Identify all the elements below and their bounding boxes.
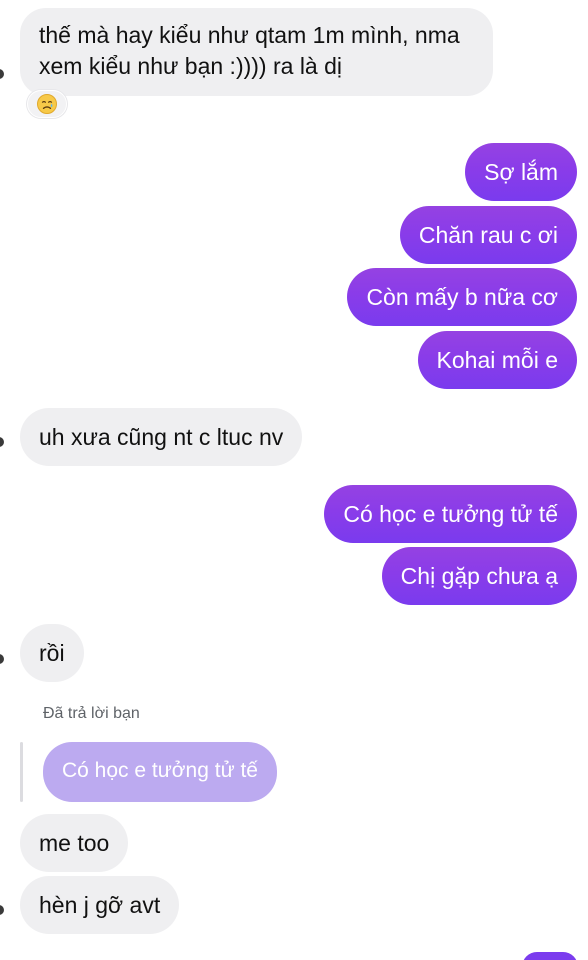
crying-face-icon	[37, 94, 57, 114]
message-outgoing[interactable]: Chăn rau c ơi	[399, 206, 577, 264]
message-outgoing[interactable]: Sợ lắm	[465, 143, 577, 201]
message-text-line: xem kiểu như bạn :)))) ra là dị	[39, 53, 343, 79]
message-incoming[interactable]: uh xưa cũng nt c ltuc nv	[20, 408, 303, 466]
message-outgoing[interactable]: Có học e tưởng tử tế	[324, 485, 577, 543]
message-text: hèn j gỡ avt	[39, 892, 161, 918]
sender-avatar[interactable]	[0, 654, 4, 664]
message-text: me too	[39, 830, 110, 856]
message-incoming[interactable]: rồi	[20, 624, 84, 682]
message-text-line: thế mà hay kiểu như qtam 1m mình, nma	[39, 22, 460, 48]
message-text: uh xưa cũng nt c ltuc nv	[39, 424, 284, 450]
message-incoming[interactable]: hèn j gỡ avt	[20, 876, 180, 934]
message-text: Còn mấy b nữa cơ	[366, 284, 558, 310]
sender-avatar[interactable]	[0, 437, 4, 447]
sender-avatar[interactable]	[0, 905, 4, 915]
message-incoming[interactable]: me too	[20, 814, 129, 872]
message-text: Sợ lắm	[484, 159, 558, 185]
quoted-message[interactable]: Có học e tưởng tử tế	[43, 742, 277, 802]
message-text: Kohai mỗi e	[436, 347, 558, 373]
message-text: Chị gặp chưa ạ	[400, 563, 558, 589]
message-outgoing[interactable]: Còn mấy b nữa cơ	[347, 268, 577, 326]
chat-thread[interactable]: thế mà hay kiểu như qtam 1m mình, nma xe…	[0, 0, 588, 960]
message-outgoing[interactable]: Chị gặp chưa ạ	[381, 547, 577, 605]
reply-label: Đã trả lời bạn	[43, 705, 140, 722]
reply-indicator-bar	[20, 742, 23, 802]
message-incoming[interactable]: thế mà hay kiểu như qtam 1m mình, nma xe…	[20, 8, 493, 96]
reaction-badge[interactable]	[27, 90, 67, 118]
sender-avatar[interactable]	[0, 69, 4, 79]
message-outgoing-partial[interactable]	[522, 952, 578, 960]
quoted-message-text: Có học e tưởng tử tế	[62, 759, 258, 782]
message-outgoing[interactable]: Kohai mỗi e	[417, 331, 577, 389]
message-text: Chăn rau c ơi	[418, 222, 558, 248]
message-text: Có học e tưởng tử tế	[343, 501, 558, 527]
message-text: rồi	[39, 640, 65, 666]
